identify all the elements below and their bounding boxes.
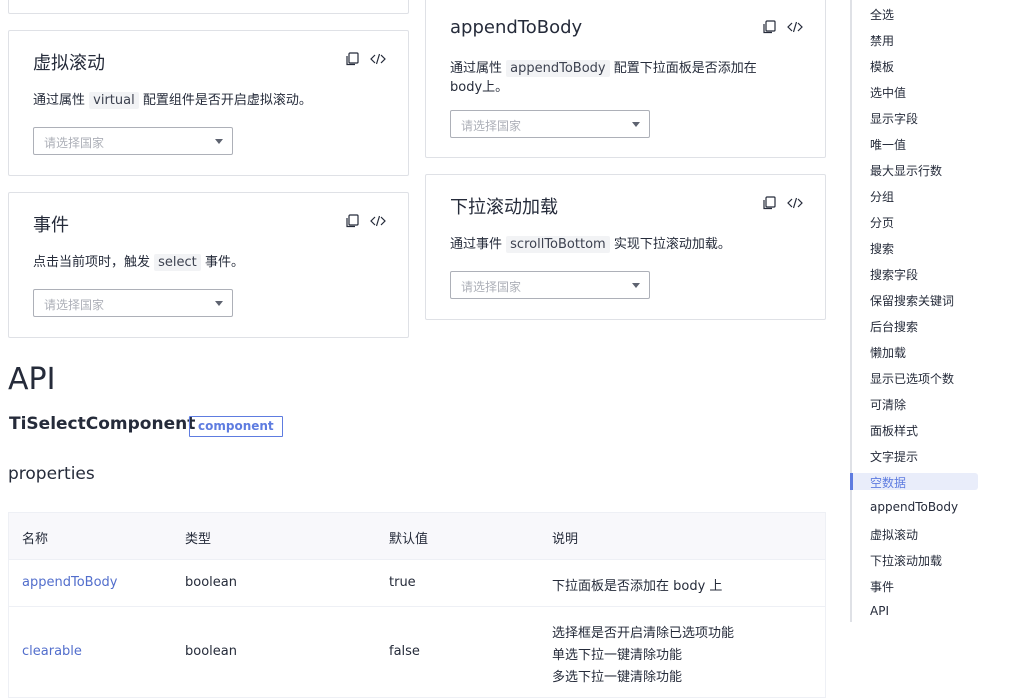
code-icon[interactable] — [370, 213, 386, 229]
code-snippet: scrollToBottom — [506, 236, 610, 253]
component-tag: component — [189, 416, 283, 437]
select-placeholder: 请选择国家 — [461, 280, 522, 294]
column-header-default: 默认值 — [389, 532, 429, 547]
property-description: 多选下拉一键清除功能 — [552, 670, 683, 685]
desc-text: body上。 — [450, 80, 509, 95]
desc-text: 点击当前项时，触发 — [33, 255, 151, 270]
card-title: 事件 — [33, 215, 69, 236]
code-snippet: appendToBody — [506, 60, 610, 77]
desc-text: 事件。 — [204, 255, 244, 270]
code-icon[interactable] — [787, 19, 803, 35]
toc-item[interactable]: 可清除 — [870, 396, 906, 413]
properties-heading: properties — [8, 464, 95, 484]
chevron-down-icon — [632, 122, 640, 127]
card-title: appendToBody — [450, 17, 583, 38]
property-description: 下拉面板是否添加在 body 上 — [552, 579, 723, 594]
card-title: 虚拟滚动 — [33, 53, 105, 74]
table-header: 名称 类型 默认值 说明 — [9, 513, 825, 560]
chevron-down-icon — [215, 301, 223, 306]
toc-item[interactable]: 后台搜索 — [870, 318, 918, 335]
card-actions — [344, 51, 386, 67]
column-header-name: 名称 — [22, 532, 49, 547]
demo-card-virtual-scroll: 虚拟滚动 通过属性 virtual 配置组件是否开启虚拟滚动。 请选择国家 — [8, 30, 409, 176]
toc-item[interactable]: 搜索字段 — [870, 266, 918, 283]
desc-text: 配置组件是否开启虚拟滚动。 — [142, 93, 312, 108]
chevron-down-icon — [632, 283, 640, 288]
card-description: 通过属性 appendToBody 配置下拉面板是否添加在 body上。 — [450, 59, 800, 97]
code-snippet: virtual — [89, 92, 139, 109]
card-actions — [761, 19, 803, 35]
card-actions — [761, 195, 803, 211]
card-description: 通过属性 virtual 配置组件是否开启虚拟滚动。 — [33, 91, 312, 110]
toc-item[interactable]: 面板样式 — [870, 422, 918, 439]
chevron-down-icon — [215, 139, 223, 144]
toc-item[interactable]: 最大显示行数 — [870, 162, 942, 179]
demo-card-scroll-load: 下拉滚动加载 通过事件 scrollToBottom 实现下拉滚动加载。 请选择… — [425, 174, 826, 320]
property-type: boolean — [185, 644, 237, 659]
country-select[interactable]: 请选择国家 — [450, 110, 650, 138]
desc-text: 通过事件 — [450, 237, 503, 252]
country-select[interactable]: 请选择国家 — [33, 127, 233, 155]
card-description: 点击当前项时，触发 select 事件。 — [33, 253, 244, 272]
toc-item[interactable]: 懒加载 — [870, 344, 906, 361]
toc-item[interactable]: 事件 — [870, 578, 894, 595]
toc-item[interactable]: 虚拟滚动 — [870, 526, 918, 543]
desc-text: 配置下拉面板是否添加在 — [613, 61, 757, 76]
table-of-contents: 全选禁用模板选中值显示字段唯一值最大显示行数 分组分页搜索搜索字段保留搜索关键词后… — [850, 0, 1016, 622]
toc-item[interactable]: 唯一值 — [870, 136, 906, 153]
properties-table: 名称 类型 默认值 说明 appendToBody boolean true 下… — [8, 512, 826, 698]
toc-item[interactable]: 显示字段 — [870, 110, 918, 127]
demo-card-event: 事件 点击当前项时，触发 select 事件。 请选择国家 — [8, 192, 409, 338]
toc-item[interactable]: 文字提示 — [870, 448, 918, 465]
toc-item[interactable]: 禁用 — [870, 32, 894, 49]
table-row: appendToBody boolean true 下拉面板是否添加在 body… — [9, 560, 825, 607]
demo-card-partial — [8, 0, 409, 14]
table-row: clearable boolean false 选择框是否开启清除已选项功能 单… — [9, 607, 825, 697]
property-default: false — [389, 644, 420, 659]
toc-item[interactable]: 空数据 — [870, 474, 906, 491]
card-description: 通过事件 scrollToBottom 实现下拉滚动加载。 — [450, 235, 731, 254]
select-placeholder: 请选择国家 — [461, 119, 522, 133]
country-select[interactable]: 请选择国家 — [450, 271, 650, 299]
card-actions — [344, 213, 386, 229]
toc-item[interactable]: 模板 — [870, 58, 894, 75]
toc-item[interactable]: 分组 — [870, 188, 894, 205]
country-select[interactable]: 请选择国家 — [33, 289, 233, 317]
property-description: 选择框是否开启清除已选项功能 — [552, 626, 735, 641]
api-heading: API — [8, 362, 56, 397]
toc-item[interactable]: 全选 — [870, 6, 894, 23]
toc-item[interactable]: 分页 — [870, 214, 894, 231]
toc-item[interactable]: 选中值 — [870, 84, 906, 101]
copy-icon[interactable] — [344, 51, 360, 67]
toc-item[interactable]: 搜索 — [870, 240, 894, 257]
column-header-type: 类型 — [185, 532, 212, 547]
toc-item[interactable]: API — [870, 604, 889, 618]
select-placeholder: 请选择国家 — [44, 136, 105, 150]
property-default: true — [389, 575, 416, 590]
copy-icon[interactable] — [761, 19, 777, 35]
copy-icon[interactable] — [344, 213, 360, 229]
toc-item[interactable]: 下拉滚动加载 — [870, 552, 942, 569]
toc-item[interactable]: 保留搜索关键词 — [870, 292, 954, 309]
column-header-description: 说明 — [552, 532, 579, 547]
desc-text: 通过属性 — [450, 61, 503, 76]
copy-icon[interactable] — [761, 195, 777, 211]
property-description: 单选下拉一键清除功能 — [552, 648, 683, 663]
toc-item[interactable]: appendToBody — [870, 500, 958, 514]
desc-text: 通过属性 — [33, 93, 86, 108]
toc-item[interactable]: 显示已选项个数 — [870, 370, 954, 387]
card-title: 下拉滚动加载 — [450, 197, 558, 218]
select-placeholder: 请选择国家 — [44, 298, 105, 312]
code-icon[interactable] — [787, 195, 803, 211]
demo-card-append-to-body: appendToBody 通过属性 appendToBody 配置下拉面板是否添… — [425, 0, 826, 158]
property-type: boolean — [185, 575, 237, 590]
code-icon[interactable] — [370, 51, 386, 67]
component-name: TiSelectComponent — [9, 414, 196, 434]
code-snippet: select — [154, 254, 201, 271]
desc-text: 实现下拉滚动加载。 — [613, 237, 731, 252]
property-name-link[interactable]: appendToBody — [22, 575, 117, 590]
property-name-link[interactable]: clearable — [22, 644, 82, 659]
